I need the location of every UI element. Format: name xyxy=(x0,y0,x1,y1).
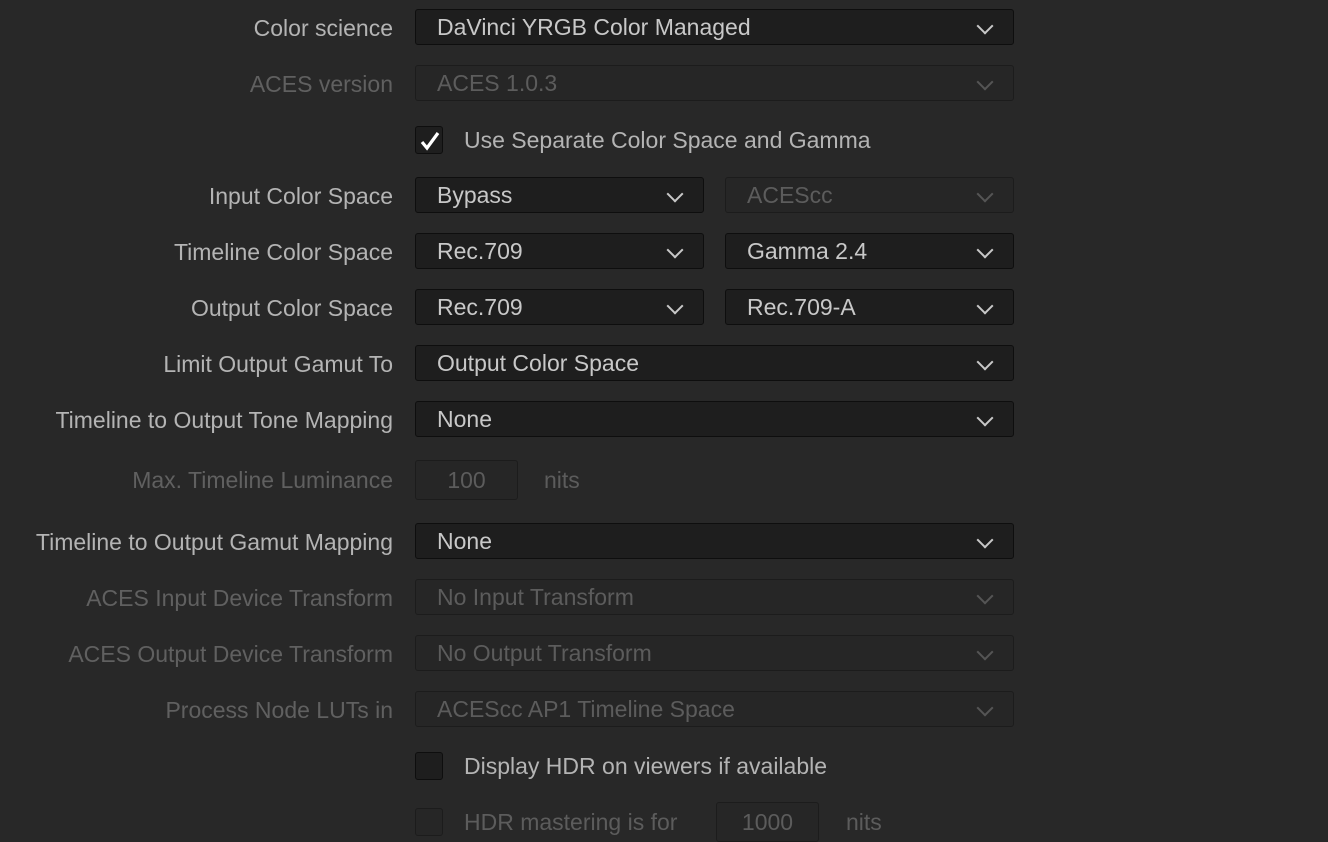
checkbox-label: Use Separate Color Space and Gamma xyxy=(464,127,871,153)
hdr-mastering-checkbox xyxy=(415,808,443,836)
chevron-down-icon xyxy=(976,643,994,661)
value: No Output Transform xyxy=(437,640,652,666)
label: ACES Input Device Transform xyxy=(86,585,393,611)
value: Bypass xyxy=(437,182,513,208)
label: Max. Timeline Luminance xyxy=(132,467,393,493)
input-gamma-dropdown: ACEScc xyxy=(725,177,1014,213)
limit-gamut-dropdown[interactable]: Output Color Space xyxy=(415,345,1014,381)
chevron-down-icon xyxy=(666,241,684,259)
chevron-down-icon xyxy=(976,297,994,315)
timeline-gamma-dropdown[interactable]: Gamma 2.4 xyxy=(725,233,1014,269)
row-aces-idt: ACES Input Device Transform No Input Tra… xyxy=(0,578,1328,618)
output-color-space-dropdown[interactable]: Rec.709 xyxy=(415,289,704,325)
chevron-down-icon xyxy=(976,409,994,427)
unit: nits xyxy=(544,467,580,493)
gamut-mapping-dropdown[interactable]: None xyxy=(415,523,1014,559)
max-luminance-input: 100 xyxy=(415,460,518,500)
row-limit: Limit Output Gamut To Output Color Space xyxy=(0,344,1328,384)
row-color-science: Color science DaVinci YRGB Color Managed xyxy=(0,8,1328,48)
chevron-down-icon xyxy=(976,185,994,203)
aces-version-dropdown: ACES 1.0.3 xyxy=(415,65,1014,101)
value: Output Color Space xyxy=(437,350,640,376)
value: ACEScc xyxy=(747,182,833,208)
label: ACES Output Device Transform xyxy=(68,641,393,667)
row-separate: Use Separate Color Space and Gamma xyxy=(0,120,1328,160)
value: No Input Transform xyxy=(437,584,634,610)
chevron-down-icon xyxy=(976,699,994,717)
chevron-down-icon xyxy=(666,185,684,203)
chevron-down-icon xyxy=(976,531,994,549)
unit: nits xyxy=(846,809,882,835)
aces-idt-dropdown: No Input Transform xyxy=(415,579,1014,615)
label: Timeline to Output Tone Mapping xyxy=(55,407,393,433)
hdr-mastering-input: 1000 xyxy=(716,802,819,842)
output-gamma-dropdown[interactable]: Rec.709-A xyxy=(725,289,1014,325)
chevron-down-icon xyxy=(976,73,994,91)
row-luts: Process Node LUTs in ACEScc AP1 Timeline… xyxy=(0,690,1328,730)
row-hdr-mastering: HDR mastering is for 1000 nits xyxy=(0,802,1328,842)
aces-odt-dropdown: No Output Transform xyxy=(415,635,1014,671)
value: ACEScc AP1 Timeline Space xyxy=(437,696,735,722)
row-gamut: Timeline to Output Gamut Mapping None xyxy=(0,522,1328,562)
display-hdr-checkbox[interactable] xyxy=(415,752,443,780)
checkmark-icon xyxy=(420,132,440,151)
row-aces-version: ACES version ACES 1.0.3 xyxy=(0,64,1328,104)
row-timeline: Timeline Color Space Rec.709 Gamma 2.4 xyxy=(0,232,1328,272)
chevron-down-icon xyxy=(976,353,994,371)
label: Timeline to Output Gamut Mapping xyxy=(35,529,393,555)
value: Rec.709 xyxy=(437,238,523,264)
checkbox-label: HDR mastering is for xyxy=(464,809,678,835)
label: Limit Output Gamut To xyxy=(163,351,393,377)
row-max-luminance: Max. Timeline Luminance 100 nits xyxy=(0,460,1328,500)
checkbox-label: Display HDR on viewers if available xyxy=(464,753,828,779)
row-tone: Timeline to Output Tone Mapping None xyxy=(0,400,1328,440)
row-output: Output Color Space Rec.709 Rec.709-A xyxy=(0,288,1328,328)
value: Rec.709-A xyxy=(747,294,856,320)
label: ACES version xyxy=(249,71,393,97)
separate-color-space-checkbox[interactable] xyxy=(415,126,443,154)
label: Output Color Space xyxy=(190,295,393,321)
input-color-space-dropdown[interactable]: Bypass xyxy=(415,177,704,213)
label: Input Color Space xyxy=(208,183,393,209)
chevron-down-icon xyxy=(976,17,994,35)
label: Process Node LUTs in xyxy=(165,697,393,723)
chevron-down-icon xyxy=(976,587,994,605)
color-science-dropdown[interactable]: DaVinci YRGB Color Managed xyxy=(415,9,1014,45)
row-hdr: Display HDR on viewers if available xyxy=(0,746,1328,786)
value: Rec.709 xyxy=(437,294,523,320)
value: ACES 1.0.3 xyxy=(437,70,558,96)
process-luts-dropdown: ACEScc AP1 Timeline Space xyxy=(415,691,1014,727)
value: None xyxy=(437,406,492,432)
timeline-color-space-dropdown[interactable]: Rec.709 xyxy=(415,233,704,269)
value: None xyxy=(437,528,492,554)
chevron-down-icon xyxy=(666,297,684,315)
label: Timeline Color Space xyxy=(173,239,393,265)
row-input: Input Color Space Bypass ACEScc xyxy=(0,176,1328,216)
chevron-down-icon xyxy=(976,241,994,259)
label: Color science xyxy=(253,15,393,41)
value: Gamma 2.4 xyxy=(747,238,868,264)
tone-mapping-dropdown[interactable]: None xyxy=(415,401,1014,437)
value: DaVinci YRGB Color Managed xyxy=(437,14,751,40)
row-aces-odt: ACES Output Device Transform No Output T… xyxy=(0,634,1328,674)
